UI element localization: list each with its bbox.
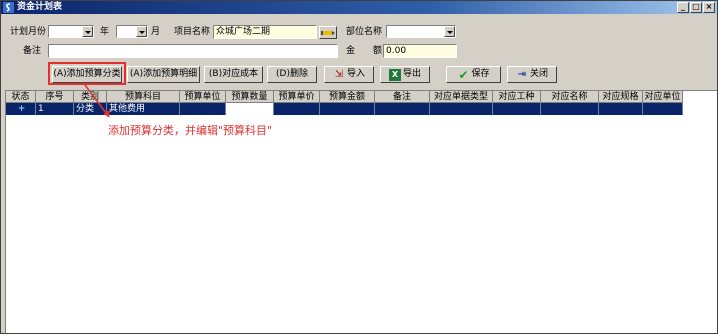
project-name-field[interactable]: 众城广场二期 bbox=[213, 25, 317, 39]
project-picker-button[interactable] bbox=[319, 26, 337, 39]
import-icon: ⇲ bbox=[334, 68, 344, 80]
row-expand-icon[interactable]: + bbox=[6, 103, 36, 115]
col-header-qty[interactable]: 预算数量 bbox=[226, 91, 274, 103]
import-button[interactable]: ⇲ 导入 bbox=[324, 66, 374, 83]
remark-field[interactable] bbox=[48, 44, 338, 58]
annotation-text: 添加预算分类，并编辑"预算科目" bbox=[108, 124, 273, 137]
col-header-spec[interactable]: 对应规格 bbox=[599, 91, 643, 103]
plan-month-label: 计划月份 bbox=[10, 27, 47, 37]
chevron-down-icon[interactable] bbox=[136, 26, 147, 37]
year-select[interactable] bbox=[48, 25, 94, 38]
cell-trade[interactable] bbox=[493, 103, 541, 115]
maximize-button[interactable]: □ bbox=[690, 2, 702, 13]
annotation-highlight-box bbox=[48, 62, 126, 85]
cell-qty-editor[interactable] bbox=[226, 103, 274, 115]
dept-name-select[interactable] bbox=[386, 25, 456, 38]
cell-amount[interactable] bbox=[320, 103, 375, 115]
window-controls: _ □ × bbox=[677, 2, 715, 13]
col-header-amount[interactable]: 预算金额 bbox=[320, 91, 375, 103]
cell-seq[interactable]: 1 bbox=[36, 103, 74, 115]
col-header-doc-type[interactable]: 对应单据类型 bbox=[430, 91, 493, 103]
close-button[interactable]: ⇥ 关闭 bbox=[507, 66, 557, 83]
add-detail-button[interactable]: (A)添加预算明细 bbox=[127, 66, 200, 83]
amount-label: 金 额 bbox=[346, 46, 383, 56]
month-label: 月 bbox=[151, 27, 161, 37]
project-name-label: 项目名称 bbox=[174, 27, 211, 37]
cell-unit[interactable] bbox=[180, 103, 226, 115]
save-label: 保存 bbox=[471, 69, 490, 79]
checkmark-icon: ✔ bbox=[458, 67, 469, 82]
cell-price[interactable] bbox=[274, 103, 320, 115]
delete-button[interactable]: (D)删除 bbox=[267, 66, 317, 83]
col-header-name[interactable]: 对应名称 bbox=[541, 91, 599, 103]
close-window-button[interactable]: × bbox=[703, 2, 715, 13]
col-header-remark[interactable]: 备注 bbox=[375, 91, 430, 103]
cell-name[interactable] bbox=[541, 103, 599, 115]
annotation-arrow-icon bbox=[84, 84, 110, 118]
cell-doc-type[interactable] bbox=[430, 103, 493, 115]
export-label: 导出 bbox=[402, 69, 421, 79]
col-header-unit[interactable]: 预算单位 bbox=[180, 91, 226, 103]
dept-name-label: 部位名称 bbox=[346, 27, 383, 37]
year-label: 年 bbox=[100, 27, 110, 37]
title-bar: 资金计划表 _ □ × bbox=[1, 1, 717, 14]
col-header-price[interactable]: 预算单价 bbox=[274, 91, 320, 103]
chevron-down-icon[interactable] bbox=[82, 26, 93, 37]
window-title: 资金计划表 bbox=[17, 2, 63, 12]
cell-spec[interactable] bbox=[599, 103, 643, 115]
col-header-match-unit[interactable]: 对应单位 bbox=[643, 91, 683, 103]
amount-field[interactable]: 0.00 bbox=[383, 44, 457, 58]
minimize-button[interactable]: _ bbox=[677, 2, 689, 13]
import-label: 导入 bbox=[346, 69, 365, 79]
exit-door-icon: ⇥ bbox=[517, 68, 527, 80]
cell-remark[interactable] bbox=[375, 103, 430, 115]
export-button[interactable]: X 导出 bbox=[380, 66, 430, 83]
app-icon bbox=[3, 2, 14, 13]
excel-icon: X bbox=[388, 68, 401, 81]
chevron-down-icon[interactable] bbox=[444, 26, 455, 37]
col-header-status[interactable]: 状态 bbox=[6, 91, 36, 103]
col-header-trade[interactable]: 对应工种 bbox=[493, 91, 541, 103]
match-cost-button[interactable]: (B)对应成本 bbox=[204, 66, 263, 83]
close-label: 关闭 bbox=[529, 69, 548, 79]
month-select[interactable] bbox=[116, 25, 148, 38]
cell-match-unit[interactable] bbox=[643, 103, 683, 115]
fund-plan-window: 资金计划表 _ □ × 计划月份 年 月 项目名称 众城广场二期 部位名称 备注… bbox=[0, 0, 718, 334]
save-button[interactable]: ✔ 保存 bbox=[446, 66, 501, 83]
pencil-icon bbox=[321, 31, 335, 35]
remark-label: 备注 bbox=[23, 46, 42, 56]
col-header-seq[interactable]: 序号 bbox=[36, 91, 74, 103]
